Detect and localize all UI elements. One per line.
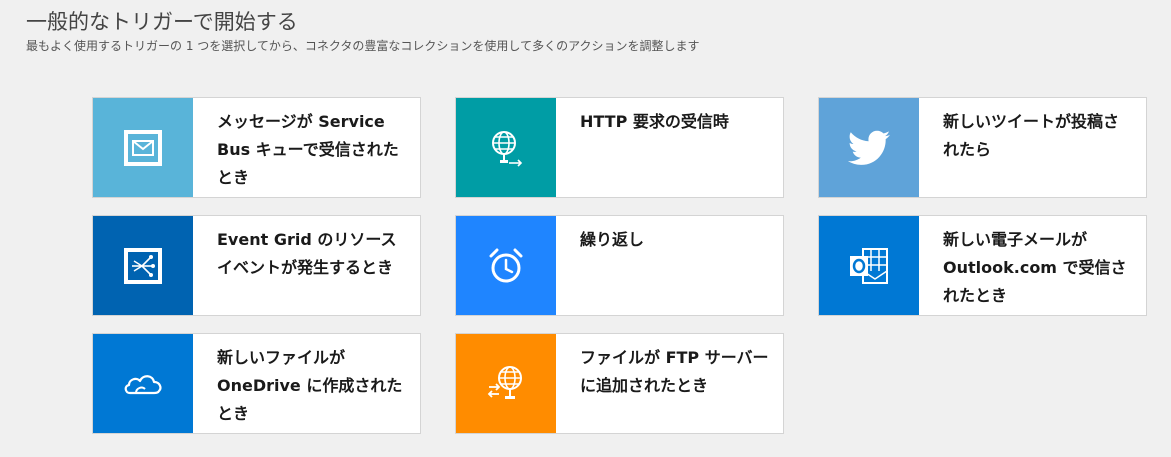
trigger-card-http[interactable]: HTTP 要求の受信時: [455, 97, 784, 198]
card-label: Event Grid のリソース イベントが発生するとき: [217, 230, 397, 277]
trigger-card-recurrence[interactable]: 繰り返し: [455, 215, 784, 316]
trigger-gallery: 一般的なトリガーで開始する 最もよく使用するトリガーの 1 つを選択してから、コ…: [0, 0, 1171, 457]
card-label: HTTP 要求の受信時: [580, 112, 729, 131]
trigger-card-twitter[interactable]: 新しいツイートが投稿されたら: [818, 97, 1147, 198]
outlook-icon: [850, 247, 888, 284]
card-icon-box: [93, 98, 193, 197]
card-icon-box: [93, 334, 193, 433]
card-label: 繰り返し: [580, 230, 645, 249]
alarm-clock-icon: [489, 248, 523, 282]
page-title: 一般的なトリガーで開始する: [26, 10, 298, 34]
card-icon-box: [819, 216, 919, 315]
http-globe-icon: [492, 130, 523, 167]
service-bus-envelope-icon: [124, 129, 162, 166]
card-label: メッセージが Service Bus キューで受信されたとき: [217, 112, 399, 187]
ftp-globe-icon: [487, 365, 522, 399]
event-grid-icon: [124, 247, 162, 284]
card-icon-box: [93, 216, 193, 315]
card-label: ファイルが FTP サーバーに追加されたとき: [580, 348, 769, 395]
card-icon-box: [819, 98, 919, 197]
card-icon-box: [456, 216, 556, 315]
page-subtitle: 最もよく使用するトリガーの 1 つを選択してから、コネクタの豊富なコレクションを…: [26, 39, 700, 53]
card-label: 新しい電子メールが Outlook.com で受信されたとき: [943, 230, 1127, 305]
trigger-card-outlook[interactable]: 新しい電子メールが Outlook.com で受信されたとき: [818, 215, 1147, 316]
card-icon-box: [456, 334, 556, 433]
card-icon-box: [456, 98, 556, 197]
twitter-bird-icon: [847, 130, 891, 165]
card-label: 新しいツイートが投稿されたら: [943, 112, 1120, 159]
card-label: 新しいファイルが OneDrive に作成されたとき: [217, 348, 403, 423]
trigger-card-ftp[interactable]: ファイルが FTP サーバーに追加されたとき: [455, 333, 784, 434]
trigger-card-onedrive[interactable]: 新しいファイルが OneDrive に作成されたとき: [92, 333, 421, 434]
trigger-card-event-grid[interactable]: Event Grid のリソース イベントが発生するとき: [92, 215, 421, 316]
header: 一般的なトリガーで開始する 最もよく使用するトリガーの 1 つを選択してから、コ…: [26, 8, 699, 54]
trigger-card-service-bus[interactable]: メッセージが Service Bus キューで受信されたとき: [92, 97, 421, 198]
onedrive-cloud-icon: [124, 374, 162, 394]
